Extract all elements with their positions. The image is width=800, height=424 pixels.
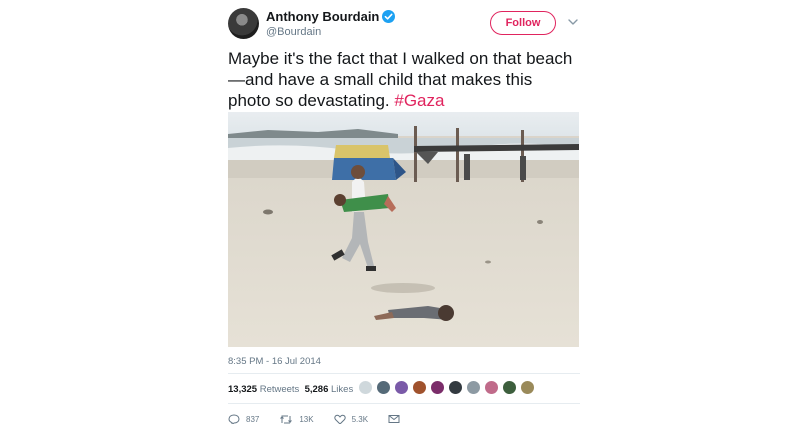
tweet-card: Anthony Bourdain @Bourdain Follow Maybe … bbox=[213, 0, 588, 424]
user-handle[interactable]: @Bourdain bbox=[266, 26, 321, 38]
like-count: 5.3K bbox=[351, 414, 369, 424]
likes-label[interactable]: Likes bbox=[331, 384, 353, 395]
follow-button[interactable]: Follow bbox=[490, 11, 556, 35]
liker-avatar[interactable] bbox=[358, 380, 373, 395]
liker-avatar[interactable] bbox=[394, 380, 409, 395]
reply-count: 837 bbox=[246, 414, 260, 424]
liker-avatar[interactable] bbox=[484, 380, 499, 395]
heart-icon bbox=[333, 414, 346, 424]
likes-count[interactable]: 5,286 bbox=[305, 384, 329, 395]
user-name-row[interactable]: Anthony Bourdain bbox=[266, 9, 396, 24]
retweet-button[interactable]: 13K bbox=[279, 414, 314, 424]
retweets-count[interactable]: 13,325 bbox=[228, 384, 257, 395]
liker-avatar[interactable] bbox=[412, 380, 427, 395]
retweet-icon bbox=[280, 415, 293, 423]
liker-avatar[interactable] bbox=[502, 380, 517, 395]
liker-avatar[interactable] bbox=[466, 380, 481, 395]
message-button[interactable] bbox=[388, 414, 406, 424]
reply-icon bbox=[228, 413, 240, 424]
retweet-count: 13K bbox=[299, 414, 314, 424]
verified-badge-icon bbox=[382, 10, 396, 23]
tweet-actions: 837 13K 5.3K bbox=[228, 413, 426, 424]
timestamp[interactable]: 8:35 PM - 16 Jul 2014 bbox=[228, 356, 321, 367]
avatar[interactable] bbox=[228, 8, 259, 39]
divider bbox=[228, 403, 580, 404]
liker-avatars bbox=[358, 380, 538, 396]
like-button[interactable]: 5.3K bbox=[333, 414, 369, 424]
liker-avatar[interactable] bbox=[448, 380, 463, 395]
tweet-text: Maybe it's the fact that I walked on tha… bbox=[228, 48, 578, 111]
engagement-stats: 13,325 Retweets 5,286 Likes bbox=[228, 384, 353, 395]
tweet-photo[interactable] bbox=[228, 112, 579, 347]
liker-avatar[interactable] bbox=[376, 380, 391, 395]
divider bbox=[228, 373, 580, 374]
chevron-down-icon[interactable] bbox=[566, 15, 580, 29]
hashtag-link[interactable]: #Gaza bbox=[394, 91, 444, 110]
liker-avatar[interactable] bbox=[430, 380, 445, 395]
retweets-label[interactable]: Retweets bbox=[260, 384, 300, 395]
envelope-icon bbox=[388, 415, 400, 423]
user-name[interactable]: Anthony Bourdain bbox=[266, 9, 379, 24]
reply-button[interactable]: 837 bbox=[228, 413, 260, 424]
liker-avatar[interactable] bbox=[520, 380, 535, 395]
